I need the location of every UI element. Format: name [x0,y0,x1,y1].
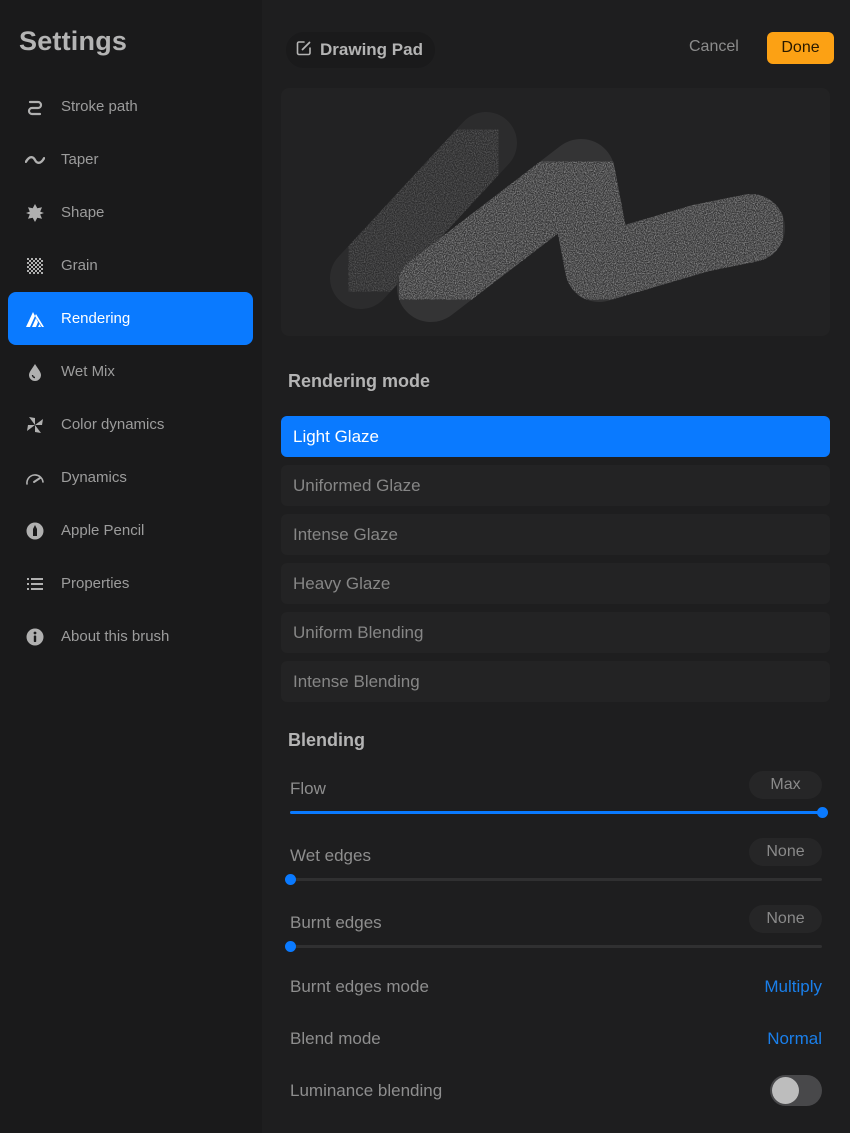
sidebar-item-stroke-path[interactable]: Stroke path [8,80,253,133]
flow-slider-fill [290,811,822,814]
sidebar: Settings Stroke path Taper Shape Grain R… [0,0,262,1133]
sidebar-item-color-dynamics[interactable]: Color dynamics [8,398,253,451]
luminance-blending-label: Luminance blending [290,1080,443,1100]
blend-mode-value[interactable]: Normal [767,1029,822,1049]
grain-icon [25,256,45,276]
flow-value[interactable]: Max [749,771,822,799]
rendering-mode-option[interactable]: Intense Glaze [281,514,830,555]
flow-slider-row: Flow Max [290,771,828,827]
wet-edges-label: Wet edges [290,846,371,865]
rendering-mode-option[interactable]: Uniformed Glaze [281,465,830,506]
rendering-mode-option[interactable]: Intense Blending [281,661,830,702]
burnt-edges-value[interactable]: None [749,905,822,933]
info-icon [25,627,45,647]
flow-slider[interactable] [290,807,828,818]
brush-stroke-preview [330,112,785,322]
edit-icon [296,40,312,61]
wet-edges-slider[interactable] [285,874,822,885]
blend-mode-row: Blend mode Normal [290,1026,822,1052]
sidebar-item-properties[interactable]: Properties [8,557,253,610]
rendering-mode-list: Light Glaze Uniformed Glaze Intense Glaz… [281,416,830,710]
rendering-mode-option[interactable]: Uniform Blending [281,612,830,653]
shape-icon [25,203,45,223]
burnt-edges-slider-knob[interactable] [285,941,296,952]
sidebar-item-label: Apple Pencil [61,522,145,539]
rendering-mode-option[interactable]: Light Glaze [281,416,830,457]
sidebar-item-wet-mix[interactable]: Wet Mix [8,345,253,398]
sidebar-item-label: Taper [61,151,99,168]
sidebar-item-dynamics[interactable]: Dynamics [8,451,253,504]
sidebar-item-label: Properties [61,575,130,592]
properties-icon [25,574,45,594]
blending-title: Blending [288,730,365,750]
cancel-button[interactable]: Cancel [689,38,739,56]
drawing-pad-title: Drawing Pad [320,40,423,59]
sidebar-item-apple-pencil[interactable]: Apple Pencil [8,504,253,557]
burnt-edges-slider-row: Burnt edges None [285,905,822,961]
sidebar-item-taper[interactable]: Taper [8,133,253,186]
sidebar-item-label: About this brush [61,628,170,645]
wet-mix-icon [25,362,45,382]
sidebar-item-label: Dynamics [61,469,127,486]
burnt-edges-mode-value[interactable]: Multiply [764,977,822,997]
burnt-edges-mode-row: Burnt edges mode Multiply [290,974,822,1000]
toggle-thumb [772,1077,799,1104]
done-button[interactable]: Done [767,32,834,64]
sidebar-nav: Stroke path Taper Shape Grain Rendering … [8,80,253,663]
sidebar-item-about-this-brush[interactable]: About this brush [8,610,253,663]
luminance-blending-row: Luminance blending [290,1075,822,1106]
sidebar-item-grain[interactable]: Grain [8,239,253,292]
flow-slider-knob[interactable] [817,807,828,818]
rendering-icon [25,309,45,329]
flow-label: Flow [290,779,326,798]
drawing-pad-button[interactable]: Drawing Pad [286,32,435,68]
sidebar-item-shape[interactable]: Shape [8,186,253,239]
sidebar-item-label: Rendering [61,310,131,327]
wet-edges-slider-row: Wet edges None [285,838,822,894]
drawing-pad-preview[interactable] [281,88,830,336]
sidebar-title: Settings [19,26,128,56]
sidebar-item-rendering[interactable]: Rendering [8,292,253,345]
blend-mode-label: Blend mode [290,1029,381,1048]
burnt-edges-label: Burnt edges [290,913,382,932]
sidebar-item-label: Stroke path [61,98,138,115]
sidebar-item-label: Color dynamics [61,416,165,433]
stroke-path-icon [25,97,45,117]
color-dynamics-icon [25,415,45,435]
burnt-edges-mode-label: Burnt edges mode [290,977,429,996]
sidebar-item-label: Wet Mix [61,363,115,380]
wet-edges-slider-knob[interactable] [285,874,296,885]
burnt-edges-slider[interactable] [285,941,822,952]
wet-edges-value[interactable]: None [749,838,822,866]
rendering-mode-option[interactable]: Heavy Glaze [281,563,830,604]
apple-pencil-icon [25,521,45,541]
rendering-mode-title: Rendering mode [288,371,431,391]
luminance-blending-toggle[interactable] [770,1075,822,1106]
sidebar-item-label: Shape [61,204,105,221]
main-panel: Drawing Pad Cancel Done Rendering mode L… [262,0,850,1133]
taper-icon [25,150,45,170]
dynamics-icon [25,468,45,488]
sidebar-item-label: Grain [61,257,98,274]
